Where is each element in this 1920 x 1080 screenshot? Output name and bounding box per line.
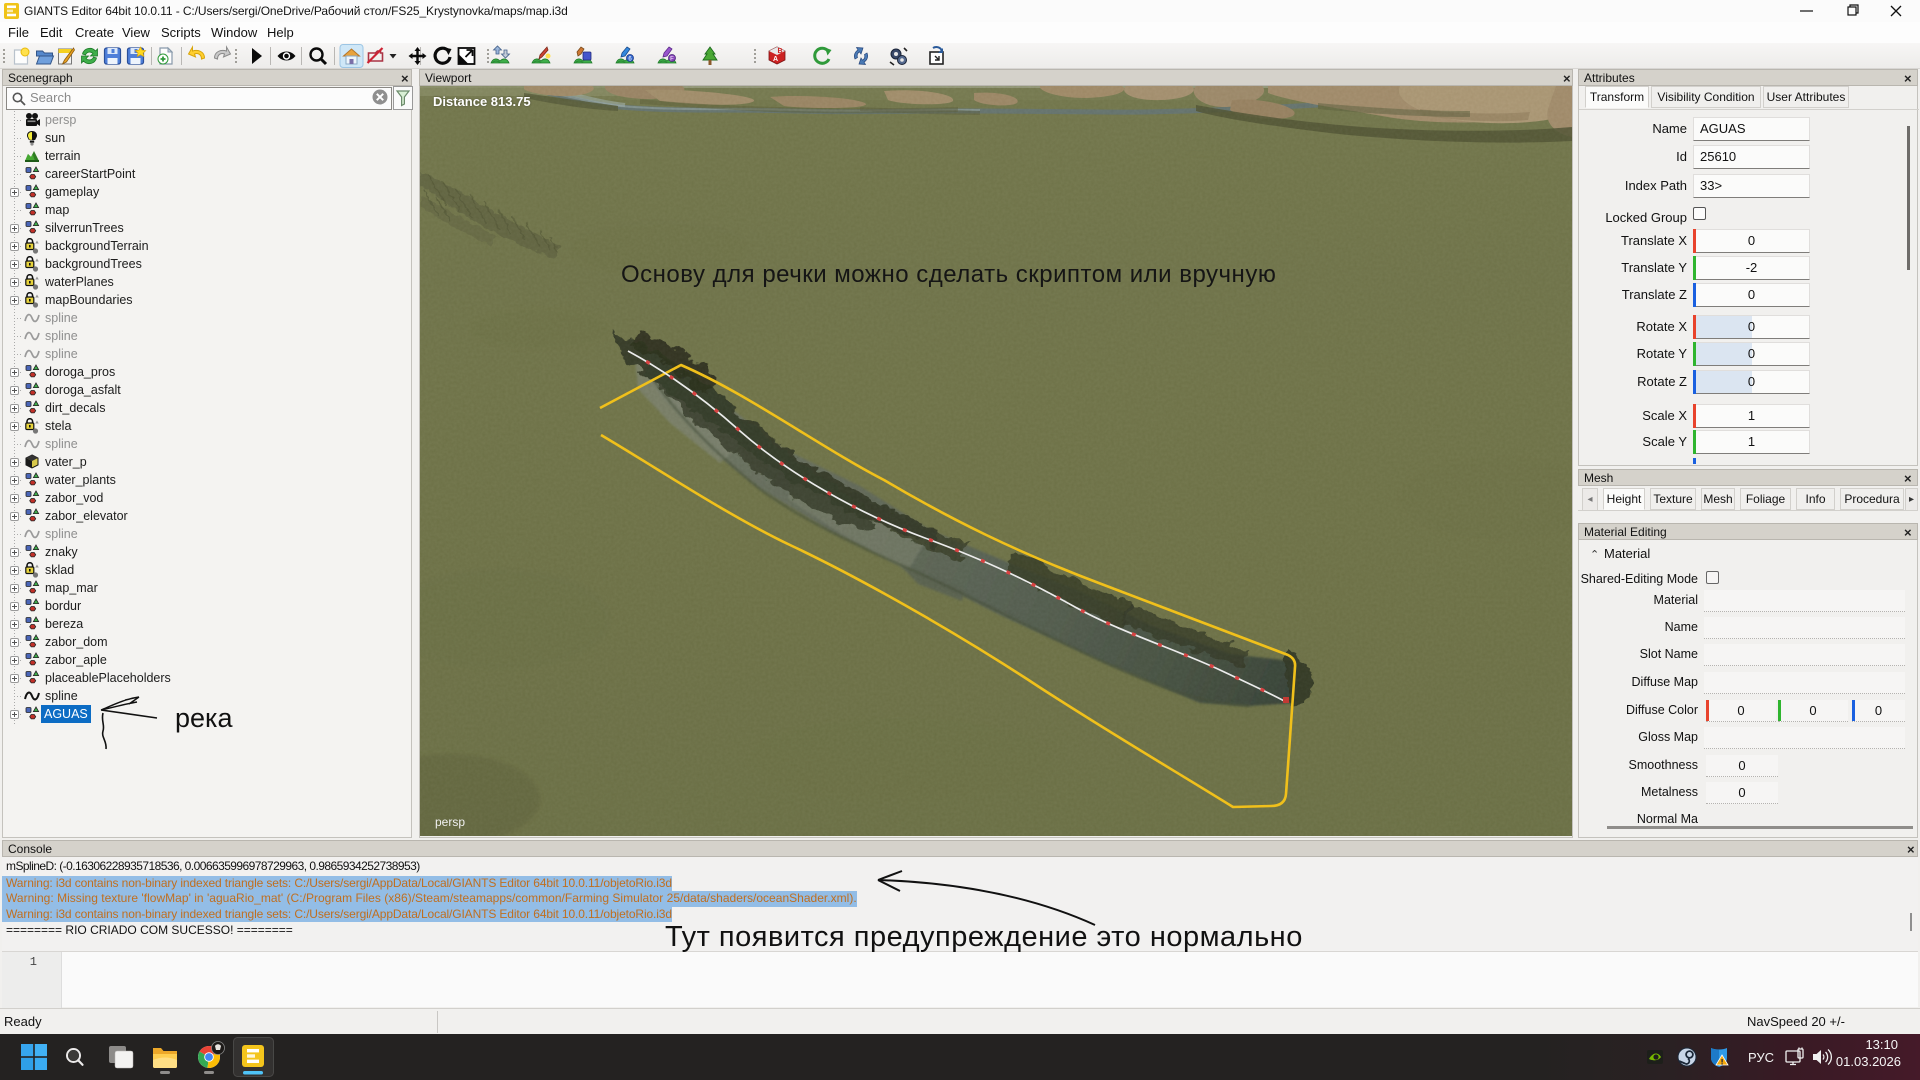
svg-text:РУС: РУС: [1748, 1050, 1774, 1065]
svg-text:A: A: [773, 56, 778, 63]
svg-text:01.03.2026: 01.03.2026: [1836, 1054, 1901, 1069]
svg-text:B: B: [778, 48, 783, 55]
svg-text:13:10: 13:10: [1865, 1037, 1898, 1052]
svg-text:F: F: [670, 57, 674, 63]
